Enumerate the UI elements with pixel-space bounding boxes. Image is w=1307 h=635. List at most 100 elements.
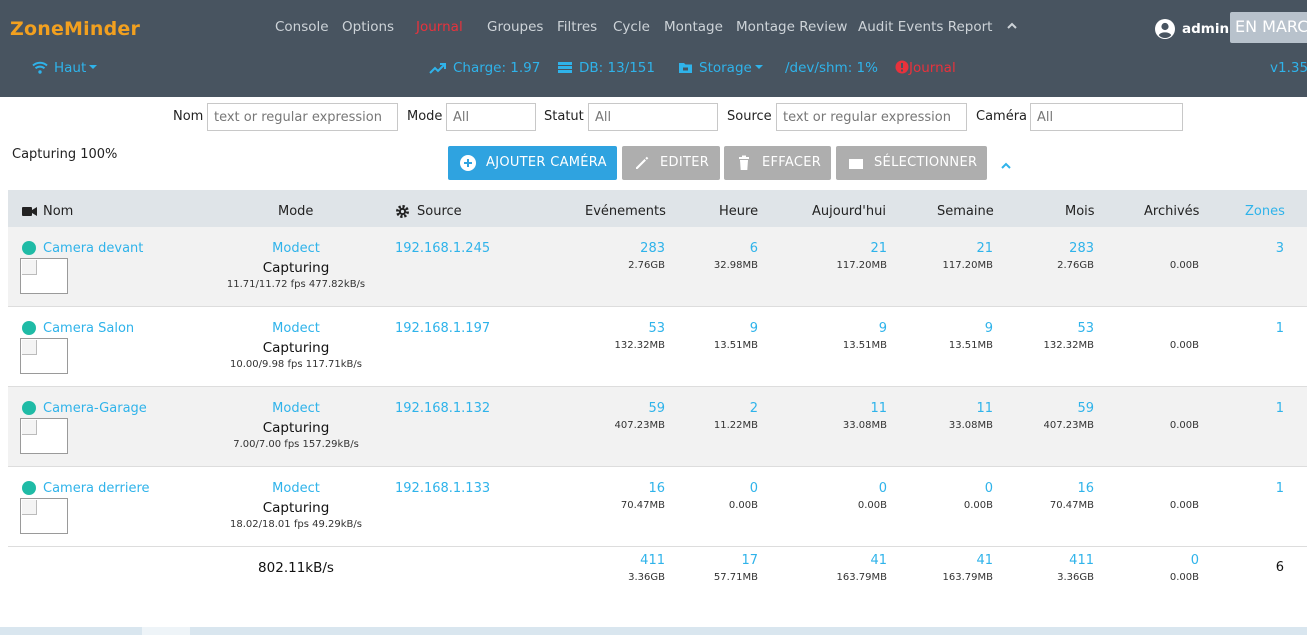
today-count-link[interactable]: 11	[870, 401, 887, 416]
select-button[interactable]: SÉLECTIONNER	[836, 146, 987, 180]
shm-indicator[interactable]: /dev/shm: 1%	[785, 60, 878, 76]
filter-status-label: Statut	[544, 109, 584, 124]
filter-source-input[interactable]	[776, 103, 967, 131]
monitor-thumbnail[interactable]	[20, 498, 68, 534]
scrollbar-thumb[interactable]	[142, 627, 190, 635]
nav-options[interactable]: Options	[342, 19, 394, 35]
nav-montage[interactable]: Montage	[664, 19, 723, 35]
events-size: 407.23MB	[614, 420, 665, 431]
monitor-function-link[interactable]: Modect	[246, 321, 346, 336]
week-count-link[interactable]: 21	[976, 241, 993, 256]
total-month-link[interactable]: 411	[1069, 553, 1094, 568]
zones-count-link[interactable]: 3	[1276, 241, 1284, 256]
filter-mode-select[interactable]	[446, 103, 536, 131]
hour-count-link[interactable]: 6	[750, 241, 758, 256]
nav-groupes[interactable]: Groupes	[487, 19, 543, 35]
total-events-link[interactable]: 411	[640, 553, 665, 568]
nav-audit-events-report[interactable]: Audit Events Report	[858, 19, 992, 35]
total-week-size: 163.79MB	[942, 572, 993, 583]
total-today-size: 163.79MB	[836, 572, 887, 583]
zones-count-link[interactable]: 1	[1276, 321, 1284, 336]
header-zones[interactable]: Zones	[1245, 204, 1285, 219]
monitor-state: Capturing	[262, 340, 330, 356]
events-count-link[interactable]: 59	[648, 401, 665, 416]
bottom-scrollbar[interactable]	[0, 627, 1307, 635]
nav-filtres[interactable]: Filtres	[557, 19, 597, 35]
header-hour[interactable]: Heure	[719, 204, 758, 219]
storage-dropdown[interactable]: Storage	[678, 60, 763, 76]
monitor-function-link[interactable]: Modect	[246, 241, 346, 256]
header-today[interactable]: Aujourd'hui	[812, 204, 886, 219]
brand-logo[interactable]: ZoneMinder	[10, 18, 140, 40]
folder-icon	[679, 63, 692, 73]
monitor-name-link[interactable]: Camera Salon	[43, 321, 134, 336]
filter-camera-label: Caméra	[976, 109, 1028, 124]
run-state-button[interactable]: EN MARCHE	[1230, 12, 1307, 43]
month-count-link[interactable]: 53	[1077, 321, 1094, 336]
total-today-link[interactable]: 41	[870, 553, 887, 568]
filter-name-input[interactable]	[207, 103, 398, 131]
monitor-name-link[interactable]: Camera-Garage	[43, 401, 147, 416]
load-text: Charge: 1.97	[453, 60, 541, 76]
monitor-name-link[interactable]: Camera devant	[43, 241, 143, 256]
total-hour-link[interactable]: 17	[741, 553, 758, 568]
today-count-link[interactable]: 0	[879, 481, 887, 496]
monitor-table-header: Nom Mode Source Evénements Heure Aujourd…	[8, 190, 1307, 227]
delete-button[interactable]: EFFACER	[724, 146, 831, 180]
total-archived-link[interactable]: 0	[1191, 553, 1199, 568]
plus-circle-icon	[460, 155, 476, 171]
week-count-link[interactable]: 0	[985, 481, 993, 496]
header-week[interactable]: Semaine	[937, 204, 994, 219]
header-month[interactable]: Mois	[1065, 204, 1095, 219]
chevron-up-icon[interactable]	[1000, 160, 1012, 170]
add-camera-button[interactable]: AJOUTER CAMÉRA	[448, 146, 617, 180]
total-week-link[interactable]: 41	[976, 553, 993, 568]
load-indicator[interactable]: Charge: 1.97	[429, 60, 540, 76]
header-archived[interactable]: Archivés	[1144, 204, 1199, 219]
week-count-link[interactable]: 9	[985, 321, 993, 336]
monitor-source-link[interactable]: 192.168.1.197	[395, 321, 490, 336]
events-count-link[interactable]: 53	[648, 321, 665, 336]
filter-source-label: Source	[727, 109, 772, 124]
week-count-link[interactable]: 11	[976, 401, 993, 416]
group-dropdown[interactable]: Haut	[32, 60, 98, 76]
edit-button[interactable]: EDITER	[622, 146, 720, 180]
monitor-source-link[interactable]: 192.168.1.132	[395, 401, 490, 416]
header-source[interactable]: Source	[417, 204, 462, 219]
month-count-link[interactable]: 283	[1069, 241, 1094, 256]
hour-count-link[interactable]: 2	[750, 401, 758, 416]
nav-montage-review[interactable]: Montage Review	[736, 19, 847, 35]
monitor-name-link[interactable]: Camera derriere	[43, 481, 150, 496]
total-events-size: 3.36GB	[628, 572, 665, 583]
zones-count-link[interactable]: 1	[1276, 481, 1284, 496]
nav-console[interactable]: Console	[275, 19, 329, 35]
nav-cycle[interactable]: Cycle	[613, 19, 650, 35]
filter-camera-select[interactable]	[1030, 103, 1183, 131]
monitor-source-link[interactable]: 192.168.1.133	[395, 481, 490, 496]
hour-count-link[interactable]: 9	[750, 321, 758, 336]
nav-journal[interactable]: Journal	[416, 19, 463, 35]
header-name[interactable]: Nom	[43, 204, 73, 219]
monitor-thumbnail[interactable]	[20, 258, 68, 294]
month-count-link[interactable]: 16	[1077, 481, 1094, 496]
today-count-link[interactable]: 21	[870, 241, 887, 256]
monitor-function-link[interactable]: Modect	[246, 401, 346, 416]
events-count-link[interactable]: 283	[640, 241, 665, 256]
hour-count-link[interactable]: 0	[750, 481, 758, 496]
version-label[interactable]: v1.35	[1270, 60, 1307, 76]
month-size: 2.76GB	[1057, 260, 1094, 271]
monitor-function-link[interactable]: Modect	[246, 481, 346, 496]
chevron-up-icon[interactable]	[1006, 20, 1018, 32]
header-events[interactable]: Evénements	[585, 204, 666, 219]
monitor-thumbnail[interactable]	[20, 338, 68, 374]
filter-status-select[interactable]	[588, 103, 718, 131]
monitor-source-link[interactable]: 192.168.1.245	[395, 241, 490, 256]
today-count-link[interactable]: 9	[879, 321, 887, 336]
log-alert[interactable]: Journal	[895, 60, 956, 76]
monitor-thumbnail[interactable]	[20, 418, 68, 454]
month-count-link[interactable]: 59	[1077, 401, 1094, 416]
header-mode[interactable]: Mode	[278, 204, 313, 219]
events-count-link[interactable]: 16	[648, 481, 665, 496]
db-indicator[interactable]: DB: 13/151	[557, 60, 655, 76]
zones-count-link[interactable]: 1	[1276, 401, 1284, 416]
